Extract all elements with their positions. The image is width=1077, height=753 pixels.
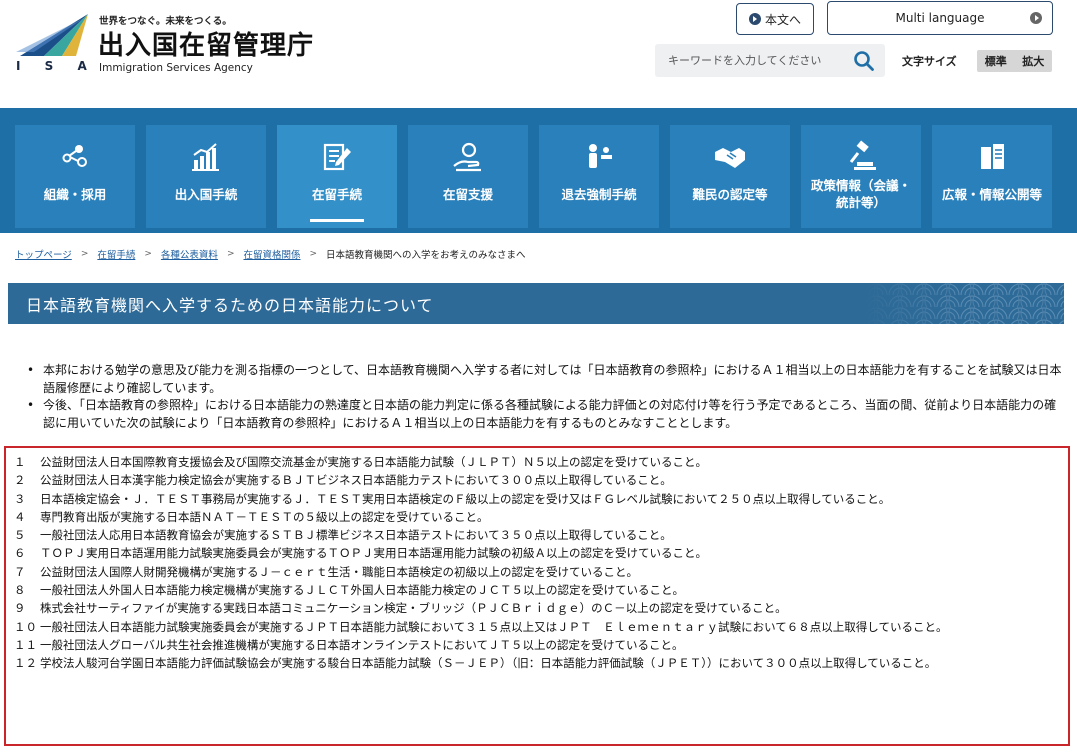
item-number: ２	[14, 473, 26, 488]
item-text: 一般社団法人グローバル共生社会推進機構が実施する日本語オンラインテストにおいてＪ…	[40, 637, 684, 652]
multi-language-label: Multi language	[895, 11, 985, 25]
logo-abbreviation: I S A	[16, 59, 97, 73]
item-text: 公益財団法人国際人財開発機構が実施するＪ－ｃｅｒｔ生活・職能日本語検定の初級以上…	[40, 564, 638, 579]
list-item: １０ 一般社団法人日本語能力試験実施委員会が実施するＪＰＴ日本語能力試験において３…	[14, 618, 1066, 636]
item-text: 日本語検定協会・Ｊ．ＴＥＳＴ事務局が実施するＪ．ＴＥＳＴ実用日本語検定のＦ級以上…	[40, 491, 891, 506]
item-number: ８	[14, 583, 26, 598]
search-icon[interactable]	[853, 50, 875, 72]
item-text: 公益財団法人日本漢字能力検定協会が実施するＢＪＴビジネス日本語能力テストにおいて…	[40, 473, 672, 488]
list-item: ７ 公益財団法人国際人財開発機構が実施するＪ－ｃｅｒｔ生活・職能日本語検定の初級以…	[14, 563, 1066, 581]
list-item: １１ 一般社団法人グローバル共生社会推進機構が実施する日本語オンラインテストにおい…	[14, 636, 1066, 654]
intro-bullet: 本邦における勉学の意思及び能力を測る指標の一つとして、日本語教育機関へ入学する者…	[27, 362, 1062, 397]
search-box	[655, 44, 885, 77]
list-item: ９ 株式会社サーティファイが実施する実践日本語コミュニケーション検定・ブリッジ（Ｐ…	[14, 599, 1066, 617]
nav-item-immigration[interactable]: 出入国手続	[146, 125, 266, 228]
breadcrumb-link-publications[interactable]: 各種公表資料	[161, 247, 218, 261]
chevron-right-icon: >	[80, 249, 89, 259]
font-size-toggle: 標準 拡大	[977, 50, 1052, 72]
item-text: 一般社団法人外国人日本語能力検定機構が実施するＪＬＣＴ外国人日本語能力検定のＪＣ…	[40, 583, 684, 598]
nav-label: 組織・採用	[43, 187, 107, 202]
item-text: 一般社団法人応用日本語教育協会が実施するＳＴＢＪ標準ビジネス日本語テストにおいて…	[40, 528, 672, 543]
nav-item-residence-support[interactable]: 在留支援	[408, 125, 528, 228]
chevron-right-icon: >	[144, 249, 152, 259]
agency-name: 出入国在留管理庁	[98, 31, 315, 61]
nav-item-deportation[interactable]: 退去強制手続	[539, 125, 659, 228]
breadcrumb: トップページ > 在留手続 > 各種公表資料 > 在留資格関係 > 日本語教育機…	[15, 247, 526, 261]
nav-item-refugee[interactable]: 難民の認定等	[670, 125, 790, 228]
item-text: ＴＯＰＪ実用日本語運用能力試験実施委員会が実施するＴＯＰＪ実用日本語運用能力試験…	[40, 546, 707, 561]
item-number: １	[14, 455, 26, 469]
active-indicator	[310, 219, 364, 222]
nav-label: 難民の認定等	[692, 187, 768, 202]
nav-label: 退去強制手続	[561, 187, 637, 202]
item-number: ３	[14, 491, 26, 506]
intro-bullet: 今後、「日本語教育の参照枠」における日本語能力の熟達度と日本語の能力判定に係る各…	[27, 397, 1062, 432]
handshake-icon	[715, 148, 745, 168]
intro-list: 本邦における勉学の意思及び能力を測る指標の一つとして、日本語教育機関へ入学する者…	[27, 362, 1062, 432]
breadcrumb-link-top[interactable]: トップページ	[15, 247, 72, 261]
organization-icon	[62, 145, 87, 167]
breadcrumb-link-residence[interactable]: 在留手続	[97, 247, 135, 261]
nav-label: 政策情報（会議・ 統計等）	[810, 178, 911, 210]
list-item: ８ 一般社団法人外国人日本語能力検定機構が実施するＪＬＣＴ外国人日本語能力検定のＪ…	[14, 581, 1066, 599]
nav-item-residence[interactable]: 在留手続	[277, 125, 397, 228]
page-title-bar: 日本語教育機関へ入学するための日本語能力について	[8, 283, 1064, 324]
chart-icon	[192, 143, 219, 171]
list-item: ２ 公益財団法人日本漢字能力検定協会が実施するＢＪＴビジネス日本語能力テストにおい…	[14, 471, 1066, 489]
site-logo[interactable]: I S A 世界をつなぐ。未来をつくる。 出入国在留管理庁 Immigratio…	[14, 12, 334, 78]
nav-item-public-relations[interactable]: 広報・情報公開等	[932, 125, 1052, 228]
breadcrumb-current: 日本語教育機関への入学をお考えのみなさまへ	[326, 250, 526, 261]
font-size-label: 文字サイズ	[902, 55, 957, 68]
list-item: ５ 一般社団法人応用日本語教育協会が実施するＳＴＢＪ標準ビジネス日本語テストにおい…	[14, 526, 1066, 544]
agency-english-name: Immigration Services Agency	[99, 62, 253, 74]
item-text: 株式会社サーティファイが実施する実践日本語コミュニケーション検定・ブリッジ（ＰＪ…	[40, 601, 787, 616]
gavel-icon	[849, 140, 876, 170]
requirements-highlight-box: １ 公益財団法人日本国際教育支援協会及び国際交流基金が実施する日本語能力試験（ＪＬ…	[4, 446, 1070, 746]
item-text: 学校法人駿河台学園日本語能力評価試験協会が実施する駿台日本語能力試験（Ｓ－ＪＥＰ…	[40, 656, 937, 671]
nav-item-organization[interactable]: 組織・採用	[15, 125, 135, 228]
skip-to-content-label: 本文へ	[764, 12, 801, 27]
item-number: １１	[14, 637, 37, 652]
site-header: I S A 世界をつなぐ。未来をつくる。 出入国在留管理庁 Immigratio…	[0, 0, 1077, 108]
list-item: １ 公益財団法人日本国際教育支援協会及び国際交流基金が実施する日本語能力試験（ＪＬ…	[14, 453, 1066, 471]
nav-label: 広報・情報公開等	[941, 187, 1042, 202]
font-size-large-button[interactable]: 拡大	[1022, 53, 1044, 69]
item-number: １２	[14, 656, 37, 671]
item-number: ９	[14, 601, 26, 616]
nav-label: 出入国手続	[174, 187, 238, 202]
global-nav: 組織・採用 出入国手続 在留手続 在留支援 退去強制手続 難民の認定等 政策情報…	[0, 108, 1077, 233]
arrow-circle-icon	[1030, 12, 1042, 24]
requirements-list: １ 公益財団法人日本国際教育支援協会及び国際交流基金が実施する日本語能力試験（ＪＬ…	[14, 453, 1066, 673]
chevron-right-icon: >	[309, 249, 318, 259]
item-number: １０	[14, 619, 37, 634]
font-size-standard-button[interactable]: 標準	[985, 53, 1007, 69]
people-icon	[589, 144, 612, 168]
chevron-right-icon: >	[226, 249, 235, 259]
search-input[interactable]	[655, 44, 845, 77]
item-number: ５	[14, 528, 26, 543]
page-title: 日本語教育機関へ入学するための日本語能力について	[26, 296, 434, 315]
skip-to-content-button[interactable]: 本文へ	[736, 3, 814, 35]
list-item: ３ 日本語検定協会・Ｊ．ＴＥＳＴ事務局が実施するＪ．ＴＥＳＴ実用日本語検定のＦ級以…	[14, 490, 1066, 508]
nav-label: 在留支援	[442, 187, 493, 202]
item-number: ４	[14, 509, 26, 524]
item-text: 専門教育出版が実施する日本語ＮＡＴ－ＴＥＳＴの５級以上の認定を受けていること。	[40, 509, 489, 524]
item-number: ６	[14, 546, 26, 561]
support-hand-icon	[453, 142, 481, 172]
nav-label: 在留手続	[311, 187, 362, 202]
list-item: １２ 学校法人駿河台学園日本語能力評価試験協会が実施する駿台日本語能力試験（Ｓ－Ｊ…	[14, 654, 1066, 672]
books-icon	[981, 144, 1004, 169]
list-item: ４ 専門教育出版が実施する日本語ＮＡＴ－ＴＥＳＴの５級以上の認定を受けていること。	[14, 508, 1066, 526]
item-text: 一般社団法人日本語能力試験実施委員会が実施するＪＰＴ日本語能力試験において３１５…	[40, 619, 948, 634]
multi-language-button[interactable]: Multi language	[827, 1, 1053, 35]
breadcrumb-link-status[interactable]: 在留資格関係	[243, 247, 300, 261]
document-pen-icon	[323, 143, 351, 171]
item-text: 公益財団法人日本国際教育支援協会及び国際交流基金が実施する日本語能力試験（ＪＬＰ…	[40, 455, 707, 469]
arrow-circle-icon	[748, 13, 761, 25]
list-item: ６ ＴＯＰＪ実用日本語運用能力試験実施委員会が実施するＴＯＰＪ実用日本語運用能力試…	[14, 544, 1066, 562]
item-number: ７	[14, 564, 26, 579]
nav-item-policy[interactable]: 政策情報（会議・ 統計等）	[801, 125, 921, 228]
wave-pattern-icon	[864, 283, 1064, 324]
